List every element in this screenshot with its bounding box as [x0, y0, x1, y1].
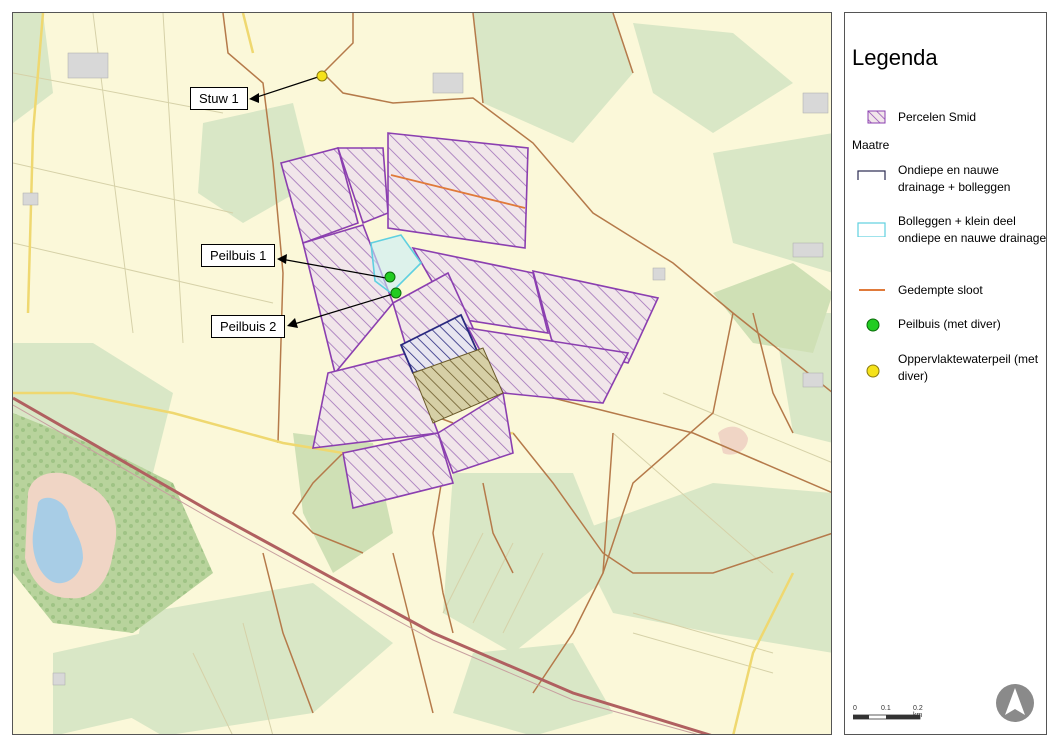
map-canvas [13, 13, 831, 734]
legend-label: Percelen Smid [898, 110, 977, 124]
dark-blue-outline-swatch [857, 162, 887, 186]
hatched-parcel-swatch [857, 109, 887, 127]
legend-label: Ondiepe en nauwe drainage + bolleggen [898, 163, 1011, 194]
legend-panel: Legenda Percelen Smid Maatre Ondiepe en … [844, 12, 1047, 735]
stuw1-label: Stuw 1 [190, 87, 248, 110]
green-dot-swatch [857, 316, 887, 334]
legend-label: Gedempte sloot [898, 283, 983, 297]
yellow-dot-swatch [857, 351, 887, 378]
scale-label-0: 0 [853, 705, 857, 712]
bolleggen-parcel [370, 234, 423, 295]
peilbuis2-label: Peilbuis 2 [211, 315, 286, 338]
peilbuis1-label: Peilbuis 1 [201, 244, 276, 267]
legend-item-percelen-smid: Percelen Smid [857, 109, 1048, 127]
scale-label-1: 0.1 [881, 705, 891, 712]
legend-item-waterpeil: Oppervlaktewaterpeil (met diver) [857, 351, 1048, 385]
peilbuis1-marker[interactable] [384, 271, 396, 283]
legend-label: Oppervlaktewaterpeil (met diver) [898, 352, 1039, 383]
stuw1-marker[interactable] [316, 70, 328, 82]
legend-label: Bolleggen + klein deel ondiepe en nauwe … [898, 214, 1047, 245]
map-panel: Stuw 1 Peilbuis 1 Peilbuis 2 [12, 12, 832, 735]
cyan-outline-swatch [857, 213, 887, 238]
peilbuis2-marker[interactable] [390, 287, 402, 299]
scale-bar: 0 0.1 0.2 km [853, 705, 933, 725]
legend-section-title: Maatre [852, 138, 890, 152]
north-arrow-icon [995, 683, 1035, 723]
legend-item-drainage: Ondiepe en nauwe drainage + bolleggen [857, 162, 1048, 196]
legend-item-peilbuis: Peilbuis (met diver) [857, 316, 1048, 334]
legend-item-gedempte-sloot: Gedempte sloot [857, 282, 1048, 300]
scale-label-2: 0.2 km [913, 705, 923, 719]
orange-line-swatch [857, 282, 887, 300]
legend-title: Legenda [852, 45, 938, 70]
legend-item-bolleggen: Bolleggen + klein deel ondiepe en nauwe … [857, 213, 1048, 247]
legend-label: Peilbuis (met diver) [898, 317, 1001, 331]
